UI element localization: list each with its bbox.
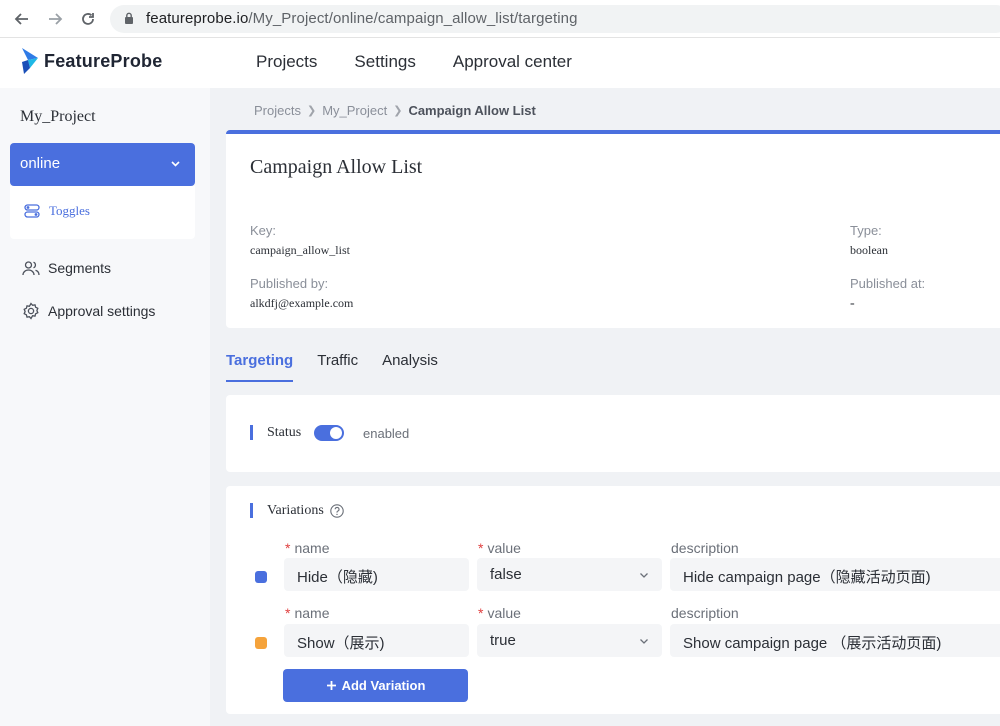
breadcrumb-projects[interactable]: Projects — [254, 103, 301, 118]
reload-icon[interactable] — [78, 9, 98, 29]
environment-select[interactable]: online — [10, 143, 195, 186]
gear-icon — [23, 302, 39, 320]
nav-settings[interactable]: Settings — [354, 52, 415, 72]
url-text: featureprobe.io/My_Project/online/campai… — [146, 10, 578, 27]
top-nav: Projects Settings Approval center — [256, 52, 572, 72]
variations-title: Variations — [267, 503, 324, 518]
sidebar-item-toggles[interactable]: Toggles — [24, 203, 90, 219]
status-text: enabled — [363, 426, 410, 441]
variation-value: false — [490, 566, 522, 583]
app-header: FeatureProbe Projects Settings Approval … — [0, 38, 1000, 88]
nav-approval-center[interactable]: Approval center — [453, 52, 572, 72]
variation-value: true — [490, 632, 516, 649]
tabs: Targeting Traffic Analysis — [226, 352, 438, 382]
address-bar[interactable]: featureprobe.io/My_Project/online/campai… — [110, 5, 1000, 33]
published-by-value: alkdfj@example.com — [250, 296, 354, 310]
nav-projects[interactable]: Projects — [256, 52, 317, 72]
variation-color-swatch[interactable] — [255, 571, 267, 583]
add-variation-label: Add Variation — [341, 678, 426, 693]
chevron-down-icon — [171, 161, 180, 167]
users-icon — [22, 261, 40, 276]
plus-icon — [326, 681, 336, 690]
status-card: Status enabled — [226, 395, 1000, 472]
name-label: * name — [285, 540, 330, 556]
featureprobe-logo-icon — [22, 48, 38, 74]
breadcrumb-current: Campaign Allow List — [408, 103, 536, 118]
back-icon[interactable] — [12, 9, 32, 29]
variation-value-select[interactable]: true — [477, 624, 662, 657]
logo[interactable]: FeatureProbe — [20, 46, 162, 76]
key-value: campaign_allow_list — [250, 243, 350, 257]
description-label: description — [671, 605, 739, 621]
section-marker — [250, 425, 253, 440]
status-title: Status — [267, 425, 302, 440]
chevron-right-icon: ❯ — [306, 105, 317, 117]
published-at-value: - — [850, 296, 855, 311]
browser-toolbar: featureprobe.io/My_Project/online/campai… — [0, 0, 1000, 38]
variation-name-input[interactable]: Hide（隐藏) — [284, 558, 469, 591]
variation-name-input[interactable]: Show（展示) — [284, 624, 469, 657]
sidebar-item-segments[interactable]: Segments — [22, 260, 111, 276]
lock-icon — [125, 12, 133, 24]
section-marker — [250, 503, 253, 518]
tab-targeting[interactable]: Targeting — [226, 352, 294, 382]
add-variation-button[interactable]: Add Variation — [283, 669, 468, 702]
variation-value-select[interactable]: false — [477, 558, 662, 591]
sidebar-submenu: Toggles — [10, 186, 195, 239]
published-at-label: Published at: — [850, 276, 926, 291]
environment-label: online — [20, 155, 61, 172]
toggle-info-card: Campaign Allow List Key: campaign_allow_… — [226, 130, 1000, 328]
name-label: * name — [285, 605, 330, 621]
page-title: Campaign Allow List — [250, 156, 423, 178]
switch-knob — [330, 427, 342, 439]
chevron-down-icon — [640, 639, 648, 644]
sidebar-item-label: Segments — [48, 260, 112, 276]
sidebar-item-label: Approval settings — [48, 303, 156, 319]
forward-icon[interactable] — [45, 9, 65, 29]
key-label: Key: — [250, 223, 277, 238]
published-by-label: Published by: — [250, 276, 329, 291]
toggles-icon — [24, 204, 40, 218]
sidebar-item-approval-settings[interactable]: Approval settings — [22, 302, 155, 320]
value-label: * value — [478, 605, 521, 621]
sidebar: My_Project online Toggles Segments Appro… — [0, 88, 210, 726]
tab-traffic[interactable]: Traffic — [317, 352, 358, 382]
description-label: description — [671, 540, 739, 556]
logo-text: FeatureProbe — [44, 50, 163, 71]
tab-analysis[interactable]: Analysis — [382, 352, 438, 382]
chevron-down-icon — [640, 573, 648, 578]
type-value: boolean — [850, 243, 888, 257]
type-label: Type: — [850, 223, 882, 238]
help-icon[interactable] — [330, 504, 344, 518]
chevron-right-icon: ❯ — [393, 105, 403, 117]
status-toggle-switch[interactable] — [314, 425, 344, 441]
project-name: My_Project — [20, 108, 96, 125]
variation-color-swatch[interactable] — [255, 637, 267, 649]
variation-description-input[interactable]: Hide campaign page（隐藏活动页面) — [670, 558, 1000, 591]
variations-card: Variations * name * value description Hide… — [226, 486, 1000, 714]
breadcrumb: Projects ❯ My_Project ❯ Campaign Allow L… — [254, 103, 536, 118]
value-label: * value — [478, 540, 521, 556]
variation-description-input[interactable]: Show campaign page （展示活动页面) — [670, 624, 1000, 657]
sidebar-item-label: Toggles — [49, 203, 90, 218]
breadcrumb-project[interactable]: My_Project — [322, 103, 387, 118]
